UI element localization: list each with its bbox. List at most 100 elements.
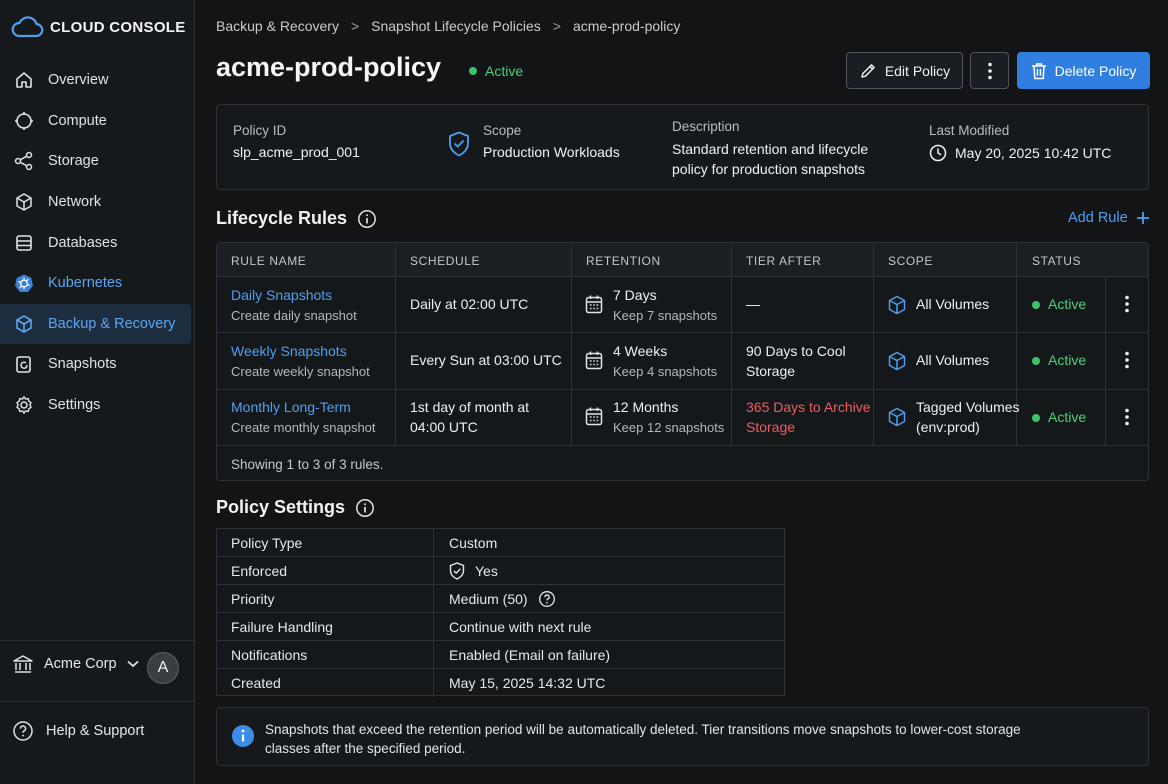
settings-value: Continue with next rule	[449, 618, 592, 635]
rule-name-link[interactable]: Monthly Long-Term	[231, 398, 376, 418]
chevron-right-icon: >	[552, 18, 561, 34]
add-rule-button[interactable]: Add Rule	[1068, 210, 1150, 226]
breadcrumb-item[interactable]: Snapshot Lifecycle Policies	[371, 18, 541, 34]
section-title-text: Policy Settings	[216, 497, 346, 517]
retention-value: 12 Months	[613, 399, 679, 415]
lifecycle-rules-heading: Lifecycle Rules	[216, 208, 377, 229]
column-divider	[1105, 277, 1106, 445]
scope-cell: All Volumes	[916, 296, 990, 312]
row-divider	[217, 389, 1148, 390]
policy-id-block: Policy ID slp_acme_prod_001	[233, 123, 360, 160]
snapshot-icon	[14, 354, 34, 374]
retention-value: 4 Weeks	[613, 343, 668, 359]
rule-name-link[interactable]: Daily Snapshots	[231, 286, 357, 306]
column-header[interactable]: SCHEDULE	[410, 254, 480, 268]
chevron-right-icon: >	[350, 18, 360, 34]
kebab-icon	[1125, 408, 1129, 426]
rule-desc: Create monthly snapshot	[231, 419, 376, 435]
sidebar-item-databases[interactable]: Databases	[0, 222, 195, 263]
retention-cell: 12 Months Keep 12 snapshots	[613, 398, 724, 437]
shield-check-icon	[448, 131, 470, 157]
info-circle-icon[interactable]	[355, 498, 375, 518]
column-divider	[571, 243, 572, 445]
trash-icon	[1031, 62, 1047, 80]
column-header[interactable]: RETENTION	[586, 254, 661, 268]
question-circle-icon[interactable]	[538, 590, 556, 608]
brand-name: CLOUD CONSOLE	[50, 18, 186, 36]
home-icon	[14, 70, 34, 90]
settings-key: Created	[217, 669, 434, 697]
settings-value: Custom	[449, 534, 498, 551]
table-footer: Showing 1 to 3 of 3 rules.	[231, 457, 384, 472]
scope-block: Scope Production Workloads	[483, 123, 620, 160]
scope-value: Production Workloads	[483, 144, 620, 160]
more-actions-button[interactable]	[970, 52, 1009, 89]
cube-icon	[888, 407, 906, 427]
tier-line: 365 Days to Archive	[746, 399, 871, 415]
sidebar-item-compute[interactable]: Compute	[0, 101, 195, 142]
rule-name-link[interactable]: Weekly Snapshots	[231, 342, 370, 362]
description-line: Standard retention and lifecycle	[672, 141, 869, 157]
sidebar-item-label: Backup & Recovery	[48, 315, 176, 332]
tier-line: Storage	[746, 418, 796, 435]
rule-desc: Create weekly snapshot	[231, 363, 370, 379]
scope-cell: Tagged Volumes (env:prod)	[916, 398, 1020, 437]
avatar[interactable]: A	[147, 652, 179, 684]
edit-policy-label: Edit Policy	[884, 62, 951, 79]
delete-policy-button[interactable]: Delete Policy	[1017, 52, 1150, 89]
sidebar-divider	[0, 640, 195, 641]
rule-name-cell: Daily Snapshots Create daily snapshot	[231, 286, 357, 325]
sidebar-item-network[interactable]: Network	[0, 182, 195, 223]
brand[interactable]: CLOUD CONSOLE	[10, 14, 186, 40]
calendar-icon	[585, 294, 603, 314]
policy-summary-card: Policy ID slp_acme_prod_001 Scope Produc…	[216, 104, 1149, 190]
page-title: acme-prod-policy	[216, 52, 442, 82]
cloud-icon	[10, 14, 44, 40]
column-divider	[731, 243, 732, 445]
plus-icon	[1136, 211, 1150, 225]
sidebar-item-settings[interactable]: Settings	[0, 385, 195, 426]
retention-cell: 7 Days Keep 7 snapshots	[613, 286, 717, 325]
column-header[interactable]: TIER AFTER	[746, 254, 821, 268]
description-label: Description	[672, 119, 740, 134]
info-circle-icon[interactable]	[357, 209, 377, 229]
breadcrumb: Backup & Recovery > Snapshot Lifecycle P…	[216, 18, 680, 34]
org-switcher[interactable]: Acme Corp A	[12, 652, 184, 684]
policy-id-label: Policy ID	[233, 123, 287, 138]
column-header[interactable]: RULE NAME	[231, 254, 306, 268]
row-actions-button[interactable]	[1117, 405, 1137, 429]
kebab-icon	[987, 62, 992, 80]
sidebar-item-kubernetes[interactable]: Kubernetes	[0, 263, 195, 304]
calendar-icon	[585, 406, 603, 426]
clock-icon	[929, 144, 947, 162]
sidebar-item-snapshots[interactable]: Snapshots	[0, 344, 195, 385]
row-actions-button[interactable]	[1117, 292, 1137, 316]
help-support-link[interactable]: Help & Support	[12, 720, 144, 742]
column-header[interactable]: SCOPE	[888, 254, 933, 268]
row-actions-button[interactable]	[1117, 348, 1137, 372]
retention-sub: Keep 7 snapshots	[613, 307, 718, 323]
tier-after-cell: —	[746, 296, 760, 312]
edit-policy-button[interactable]: Edit Policy	[846, 52, 963, 89]
lifecycle-rules-table: RULE NAME SCHEDULE RETENTION TIER AFTER …	[216, 242, 1149, 481]
breadcrumb-current: acme-prod-policy	[572, 18, 681, 34]
sidebar-item-backup-recovery[interactable]: Backup & Recovery	[0, 303, 191, 345]
settings-row: Notifications Enabled (Email on failure)	[217, 641, 784, 669]
sidebar-nav: Overview Compute Storage Network Databas…	[0, 60, 195, 425]
settings-row: Policy Type Custom	[217, 529, 784, 557]
sidebar-item-overview[interactable]: Overview	[0, 60, 195, 101]
status-dot	[1032, 300, 1040, 309]
schedule-cell: Every Sun at 03:00 UTC	[410, 352, 562, 368]
column-header[interactable]: STATUS	[1032, 254, 1081, 268]
schedule-line: 1st day of month at	[410, 399, 530, 415]
scope-line: (env:prod)	[916, 418, 980, 435]
tier-line: Storage	[746, 362, 796, 379]
breadcrumb-item[interactable]: Backup & Recovery	[216, 18, 339, 34]
schedule-line: 04:00 UTC	[410, 418, 478, 435]
last-modified-block: Last Modified May 20, 2025 10:42 UTC	[929, 123, 1111, 162]
shield-check-icon	[449, 561, 465, 580]
sidebar-item-storage[interactable]: Storage	[0, 141, 195, 182]
cube-icon	[14, 314, 34, 334]
status-badge: Active	[469, 63, 523, 79]
last-modified-value: May 20, 2025 10:42 UTC	[955, 145, 1112, 161]
